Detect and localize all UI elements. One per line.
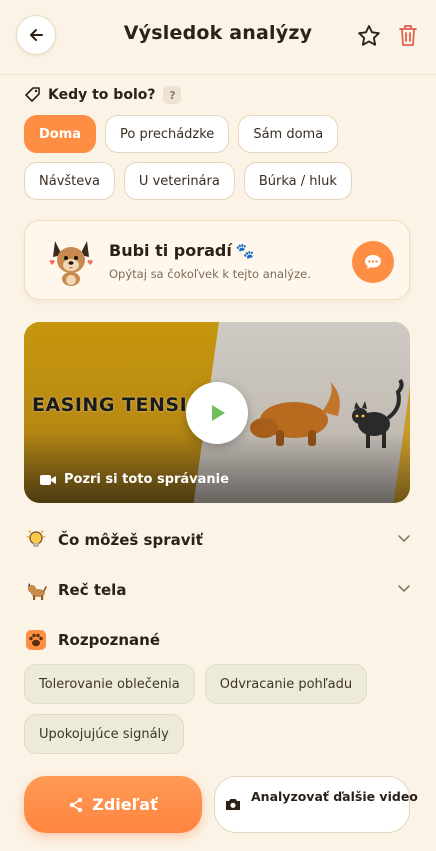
lightbulb-icon [24,528,48,552]
video-overlay-text: EASING TENSIO [32,394,204,416]
video-caption-row: Pozri si toto správanie [40,472,229,487]
section-recognized: Rozpoznané [24,626,412,654]
paw-badge-icon [24,628,48,652]
delete-button[interactable] [396,22,420,48]
favorite-button[interactable] [356,23,382,49]
svg-text:♥: ♥ [87,259,93,267]
section-what-to-do-label: Čo môžeš spraviť [58,531,203,549]
video-camera-icon [40,474,56,485]
chat-bubble-icon [365,255,381,269]
tag-upokojujuce-signaly: Upokojujúce signály [24,714,184,754]
section-recognized-label: Rozpoznané [58,631,161,649]
tag-odvracanie-pohladu: Odvracanie pohľadu [204,664,368,704]
context-question-label: Kedy to bolo? [48,87,156,103]
paw-icon: 🐾 [235,242,255,260]
analyze-another-video-button[interactable]: Analyzovať ďalšie video [214,776,418,833]
camera-icon [226,799,240,810]
chip-navsteva[interactable]: Návšteva [24,162,115,200]
chip-doma[interactable]: Doma [24,115,97,153]
header-bar: Výsledok analýzy [0,0,436,75]
dog-mascot-avatar: ♥ ♥ [49,241,93,286]
help-icon[interactable]: ? [163,86,182,104]
section-what-to-do[interactable]: Čo môžeš spraviť [24,526,412,554]
svg-text:♥: ♥ [49,259,55,267]
trash-icon [399,25,417,46]
tag-tolerovanie-oblecenia: Tolerovanie oblečenia [24,664,195,704]
play-icon [212,405,225,421]
chip-burka-hluk[interactable]: Búrka / hluk [243,162,352,200]
section-body-language[interactable]: Reč tela [24,576,412,604]
chevron-down-icon [398,585,410,592]
section-body-language-label: Reč tela [58,581,127,599]
star-outline-icon [358,25,380,46]
context-chip-group: Doma Po prechádzke Sám doma Návšteva U v… [24,115,424,209]
behavior-video[interactable]: EASING TENSIO Pozri si toto správanie [24,322,410,503]
advisor-subtitle: Opýtaj sa čokoľvek k tejto analýze. [109,267,311,281]
chip-sam-doma[interactable]: Sám doma [238,115,339,153]
advisor-title-row: Bubi ti poradí 🐾 [109,241,255,260]
context-question-row: Kedy to bolo? ? [24,84,182,106]
dog-icon [24,578,48,602]
advisor-title: Bubi ti poradí [109,241,232,260]
chevron-down-icon [398,535,410,542]
analyze-another-video-label: Analyzovať ďalšie video [251,789,418,804]
recognized-tags: Tolerovanie oblečenia Odvracanie pohľadu… [24,664,424,764]
share-icon [70,797,83,812]
tag-icon [25,87,40,102]
advisor-chat-button[interactable] [352,241,394,283]
share-label: Zdieľať [92,795,158,814]
chip-po-prechadzke[interactable]: Po prechádzke [105,115,230,153]
video-caption: Pozri si toto správanie [64,472,229,487]
chip-u-veterinara[interactable]: U veterinára [123,162,235,200]
share-button[interactable]: Zdieľať [24,776,202,833]
play-button[interactable] [186,382,248,444]
advisor-card[interactable]: ♥ ♥ Bubi ti poradí 🐾 Opýtaj sa čokoľvek k… [24,220,410,300]
